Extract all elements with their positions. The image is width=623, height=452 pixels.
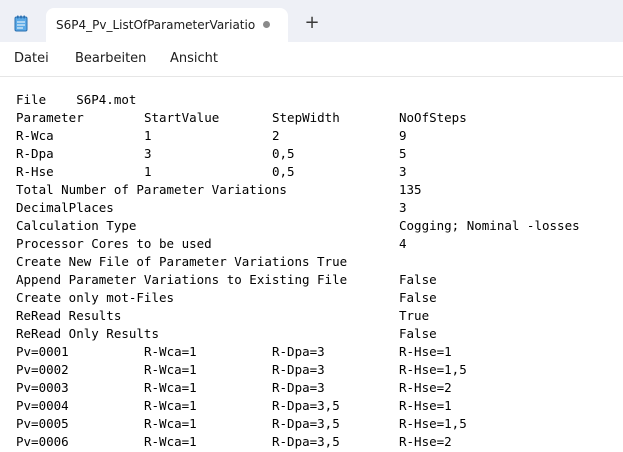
- text-cell: R-Dpa=3: [272, 344, 325, 359]
- text-cell: Parameter: [16, 110, 84, 125]
- menu-bearbeiten[interactable]: Bearbeiten: [75, 51, 146, 66]
- text-cell: ReRead Only Results: [16, 326, 159, 341]
- text-cell: NoOfSteps: [399, 110, 467, 125]
- text-cell: R-Wca=1: [144, 398, 197, 413]
- menu-datei[interactable]: Datei: [14, 51, 49, 66]
- text-cell: 1: [144, 128, 152, 143]
- text-cell: True: [399, 308, 430, 323]
- text-cell: Pv=0005: [16, 416, 69, 431]
- notepad-icon: [14, 15, 28, 32]
- text-cell: R-Hse=2: [399, 380, 452, 395]
- text-cell: False: [399, 326, 437, 341]
- text-cell: 4: [399, 236, 407, 251]
- text-cell: Pv=0004: [16, 398, 69, 413]
- text-cell: File S6P4.mot: [16, 92, 137, 107]
- text-cell: Calculation Type: [16, 218, 137, 233]
- text-cell: R-Dpa=3,5: [272, 398, 340, 413]
- text-cell: R-Hse: [16, 164, 54, 179]
- text-cell: R-Wca=1: [144, 416, 197, 431]
- text-cell: Cogging; Nominal -losses: [399, 218, 580, 233]
- text-cell: Total Number of Parameter Variations: [16, 182, 287, 197]
- text-cell: Create New File of Parameter Variations …: [16, 254, 348, 269]
- text-cell: R-Dpa=3,5: [272, 416, 340, 431]
- text-cell: 9: [399, 128, 407, 143]
- document-tab[interactable]: S6P4_Pv_ListOfParameterVariations: [46, 8, 288, 42]
- menu-ansicht[interactable]: Ansicht: [170, 51, 218, 66]
- text-cell: Processor Cores to be used: [16, 236, 212, 251]
- text-cell: 5: [399, 146, 407, 161]
- text-cell: R-Dpa=3,5: [272, 434, 340, 449]
- text-cell: R-Wca=1: [144, 362, 197, 377]
- text-cell: ReRead Results: [16, 308, 122, 323]
- text-cell: R-Hse=1: [399, 398, 452, 413]
- text-cell: False: [399, 272, 437, 287]
- text-cell: 3: [399, 164, 407, 179]
- text-cell: DecimalPlaces: [16, 200, 114, 215]
- text-editor[interactable]: File S6P4.mot Parameter StartValue StepWidt…: [0, 76, 623, 452]
- text-cell: R-Wca: [16, 128, 54, 143]
- text-cell: Append Parameter Variations to Existing …: [16, 272, 348, 287]
- text-cell: StartValue: [144, 110, 220, 125]
- tab-title: S6P4_Pv_ListOfParameterVariations: [56, 18, 256, 32]
- text-cell: R-Hse=2: [399, 434, 452, 449]
- text-cell: R-Wca=1: [144, 344, 197, 359]
- text-cell: R-Dpa=3: [272, 362, 325, 377]
- text-cell: R-Dpa: [16, 146, 54, 161]
- unsaved-dot-icon[interactable]: [263, 21, 270, 28]
- text-cell: R-Hse=1: [399, 344, 452, 359]
- text-cell: R-Dpa=3: [272, 380, 325, 395]
- text-cell: 0,5: [272, 164, 295, 179]
- text-cell: Pv=0001: [16, 344, 69, 359]
- text-cell: Create only mot-Files: [16, 290, 175, 305]
- text-cell: 2: [272, 128, 280, 143]
- text-cell: Pv=0002: [16, 362, 69, 377]
- text-cell: R-Hse=1,5: [399, 416, 467, 431]
- title-bar: S6P4_Pv_ListOfParameterVariations +: [0, 0, 623, 42]
- text-cell: 3: [144, 146, 152, 161]
- text-cell: R-Hse=1,5: [399, 362, 467, 377]
- text-cell: Pv=0006: [16, 434, 69, 449]
- text-cell: 3: [399, 200, 407, 215]
- new-tab-button[interactable]: +: [303, 14, 321, 32]
- text-cell: R-Wca=1: [144, 434, 197, 449]
- text-cell: 0,5: [272, 146, 295, 161]
- menu-bar: Datei Bearbeiten Ansicht: [0, 42, 623, 76]
- text-cell: 135: [399, 182, 422, 197]
- text-cell: StepWidth: [272, 110, 340, 125]
- text-cell: 1: [144, 164, 152, 179]
- text-cell: Pv=0003: [16, 380, 69, 395]
- text-cell: R-Wca=1: [144, 380, 197, 395]
- text-cell: False: [399, 290, 437, 305]
